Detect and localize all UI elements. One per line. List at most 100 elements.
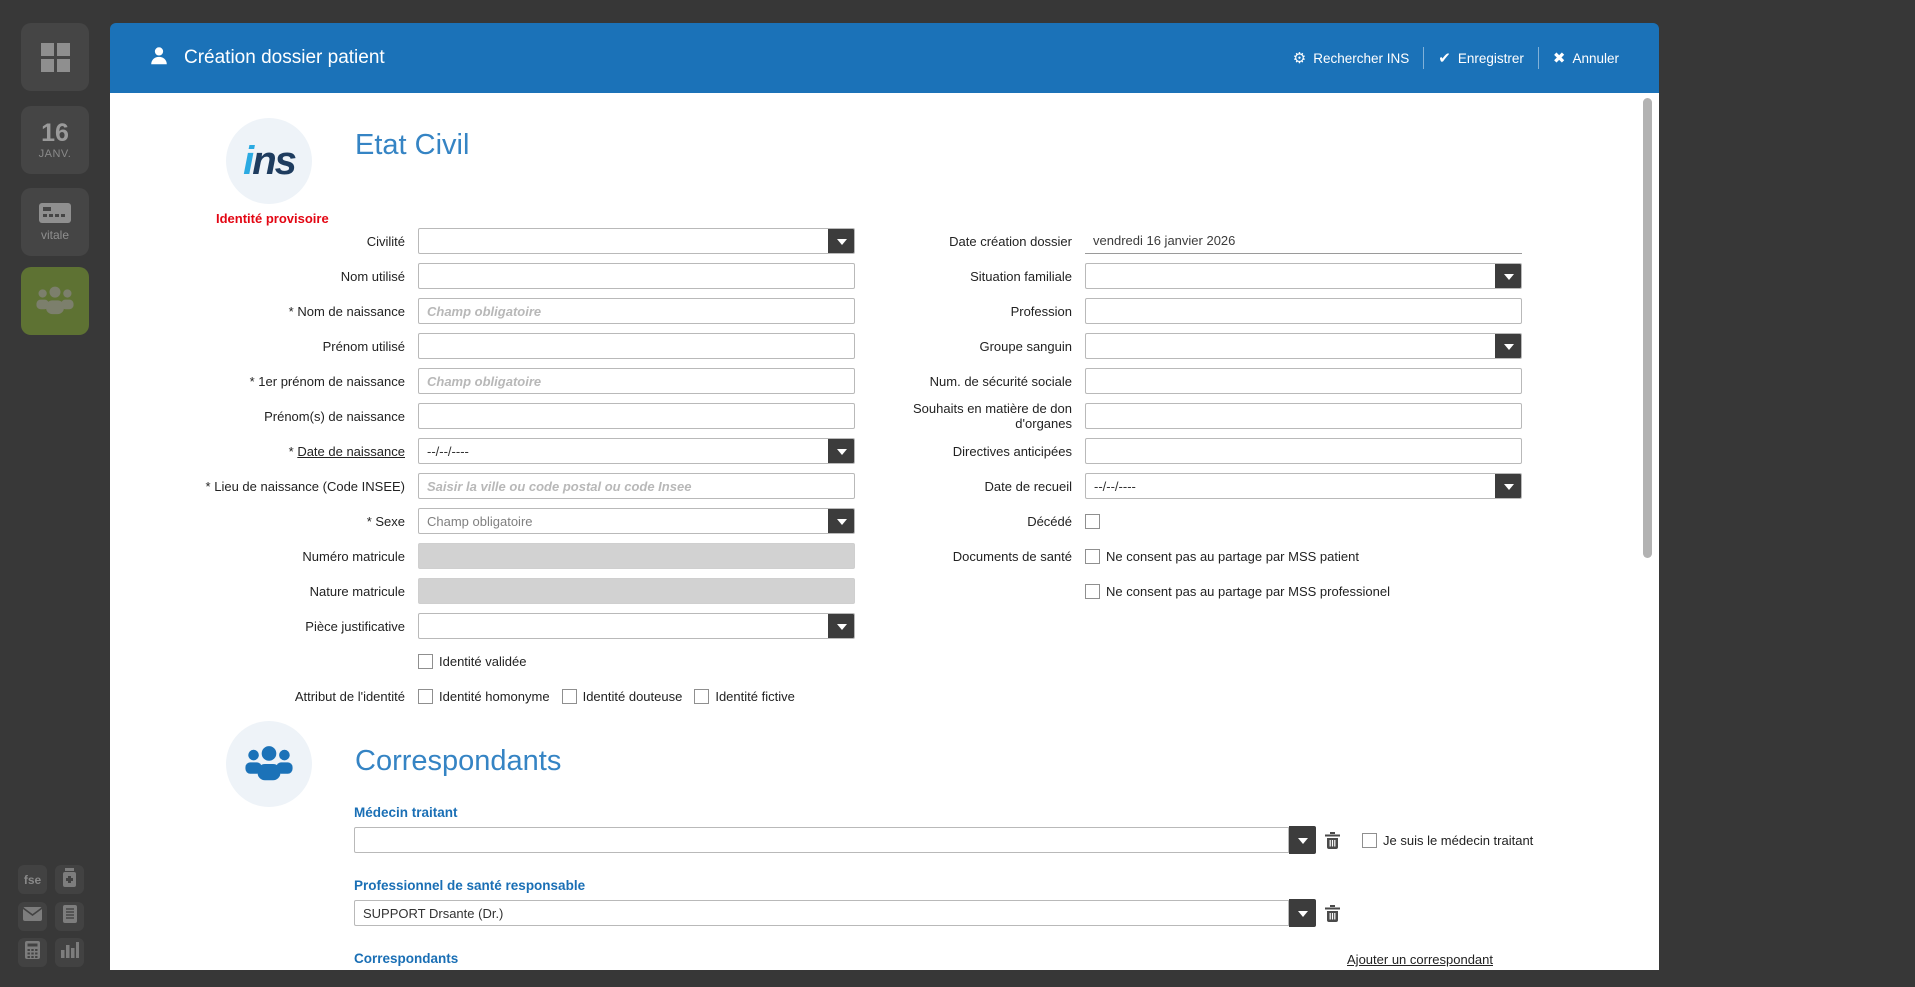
field-label: Numéro matricule <box>302 548 405 564</box>
identite-douteuse-checkbox[interactable] <box>561 688 577 704</box>
professionnel-sante-combobox[interactable]: SUPPORT Drsante (Dr.) <box>354 900 1289 926</box>
date-de-recueil-select[interactable]: --/--/---- <box>1085 473 1522 499</box>
medecin-traitant-combobox[interactable] <box>354 827 1289 853</box>
prenoms-naissance-input[interactable] <box>418 403 855 429</box>
bar-chart-icon <box>60 942 79 963</box>
field-label: * Sexe <box>366 513 405 529</box>
ins-logo: ins <box>226 118 312 204</box>
fse-text-icon: fse <box>23 872 42 887</box>
identite-fictive-checkbox[interactable] <box>694 688 710 704</box>
field-label: Documents de santé <box>952 548 1072 564</box>
field-label: Souhaits en matière de don d'organes <box>913 401 1072 431</box>
trash-icon[interactable] <box>1325 904 1340 922</box>
ajouter-correspondant-link[interactable]: Ajouter un correspondant <box>1347 952 1493 967</box>
chevron-down-icon[interactable] <box>1495 474 1521 498</box>
chevron-down-icon[interactable] <box>1289 826 1316 854</box>
sidebar-item-fse[interactable]: fse <box>18 865 47 894</box>
mss-patient-checkbox[interactable] <box>1085 548 1100 564</box>
form-row: * Lieu de naissance (Code INSEE) Saisir … <box>110 473 855 499</box>
lieu-de-naissance-input[interactable]: Saisir la ville ou code postal ou code I… <box>418 473 855 499</box>
patients-group-icon <box>33 284 77 318</box>
chevron-down-icon[interactable] <box>828 439 854 463</box>
nom-utilise-input[interactable] <box>418 263 855 289</box>
user-icon <box>148 45 170 72</box>
form-row: Civilité <box>110 228 855 254</box>
mss-professionnel-checkbox[interactable] <box>1085 583 1100 599</box>
field-label: Profession <box>1010 303 1072 319</box>
sidebar-item-pharmacy[interactable] <box>55 865 84 894</box>
field-label: * Date de naissance <box>288 443 405 459</box>
form-row: Prénom utilisé <box>110 333 855 359</box>
correspondants-section: Correspondants Médecin traitant Je suis … <box>110 721 1659 970</box>
sidebar-item-mail[interactable] <box>18 902 47 931</box>
chevron-down-icon[interactable] <box>1495 264 1521 288</box>
vertical-scrollbar[interactable] <box>1643 98 1652 558</box>
calendar-icon: 16 <box>41 118 69 147</box>
vitale-card-icon <box>37 202 73 226</box>
field-label: Nom utilisé <box>340 268 405 284</box>
field-label: Prénom(s) de naissance <box>264 408 405 424</box>
enregistrer-button[interactable]: ✔ Enregistrer <box>1424 45 1538 72</box>
date-de-naissance-select[interactable]: --/--/---- <box>418 438 855 464</box>
field-label: Num. de sécurité sociale <box>929 373 1072 389</box>
form-row: Num. de sécurité sociale <box>855 368 1595 394</box>
form-row: Prénom(s) de naissance <box>110 403 855 429</box>
form-row: Pièce justificative <box>110 613 855 639</box>
decede-checkbox[interactable] <box>1085 513 1100 529</box>
correspondants-list-label: Correspondants <box>354 951 459 966</box>
chevron-down-icon[interactable] <box>828 229 854 253</box>
form-row: Numéro matricule <box>110 543 855 569</box>
field-label: * 1er prénom de naissance <box>249 373 405 389</box>
prenom-utilise-input[interactable] <box>418 333 855 359</box>
sidebar-item-statistics[interactable] <box>55 938 84 967</box>
sexe-select[interactable]: Champ obligatoire <box>418 508 855 534</box>
je-suis-medecin-traitant-checkbox[interactable] <box>1362 832 1377 848</box>
sidebar-item-calendar[interactable]: 16 JANV. <box>21 106 89 174</box>
premier-prenom-naissance-input[interactable]: Champ obligatoire <box>418 368 855 394</box>
chevron-down-icon[interactable] <box>828 614 854 638</box>
nom-de-naissance-input[interactable]: Champ obligatoire <box>418 298 855 324</box>
profession-input[interactable] <box>1085 298 1522 324</box>
souhaits-don-organes-input[interactable] <box>1085 403 1522 429</box>
identite-validee-checkbox[interactable] <box>418 653 433 669</box>
apps-grid-icon <box>37 39 73 75</box>
civilite-select[interactable] <box>418 228 855 254</box>
rechercher-ins-button[interactable]: ⚙ Rechercher INS <box>1279 45 1424 72</box>
num-securite-sociale-input[interactable] <box>1085 368 1522 394</box>
field-label: Prénom utilisé <box>322 338 405 354</box>
situation-familiale-select[interactable] <box>1085 263 1522 289</box>
main-panel: Création dossier patient ⚙ Rechercher IN… <box>110 23 1659 970</box>
form-row: * Sexe Champ obligatoire <box>110 508 855 534</box>
field-label: Directives anticipées <box>952 443 1072 459</box>
sidebar: 16 JANV. vitale fse <box>0 0 110 987</box>
groupe-sanguin-select[interactable] <box>1085 333 1522 359</box>
form-row: Situation familiale <box>855 263 1595 289</box>
form-row: * Nom de naissance Champ obligatoire <box>110 298 855 324</box>
form-row: Profession <box>855 298 1595 324</box>
identite-provisoire-badge: Identité provisoire <box>216 211 329 226</box>
directives-anticipees-input[interactable] <box>1085 438 1522 464</box>
sidebar-item-calculator[interactable] <box>18 938 47 967</box>
chevron-down-icon[interactable] <box>828 509 854 533</box>
form-row: Nature matricule <box>110 578 855 604</box>
document-icon <box>62 905 77 928</box>
form-row: Directives anticipées <box>855 438 1595 464</box>
etat-civil-form: Civilité Nom utilisé * Nom de naissance … <box>110 228 1595 718</box>
form-row: Souhaits en matière de don d'organes <box>855 401 1595 431</box>
form-row: Date de recueil --/--/---- <box>855 473 1595 499</box>
sidebar-item-apps[interactable] <box>21 23 89 91</box>
field-label: Groupe sanguin <box>979 338 1072 354</box>
envelope-icon <box>22 907 43 926</box>
field-label: Date création dossier <box>949 233 1072 249</box>
piece-justificative-select[interactable] <box>418 613 855 639</box>
chevron-down-icon[interactable] <box>1289 899 1316 927</box>
section-title-correspondants: Correspondants <box>355 745 562 777</box>
sidebar-item-carte-vitale[interactable]: vitale <box>21 188 89 256</box>
identite-homonyme-checkbox[interactable] <box>418 688 433 704</box>
sidebar-item-documents[interactable] <box>55 902 84 931</box>
annuler-button[interactable]: ✖ Annuler <box>1539 45 1633 72</box>
chevron-down-icon[interactable] <box>1495 334 1521 358</box>
sidebar-item-patients[interactable] <box>21 267 89 335</box>
nature-matricule-input <box>418 578 855 604</box>
trash-icon[interactable] <box>1325 831 1340 849</box>
